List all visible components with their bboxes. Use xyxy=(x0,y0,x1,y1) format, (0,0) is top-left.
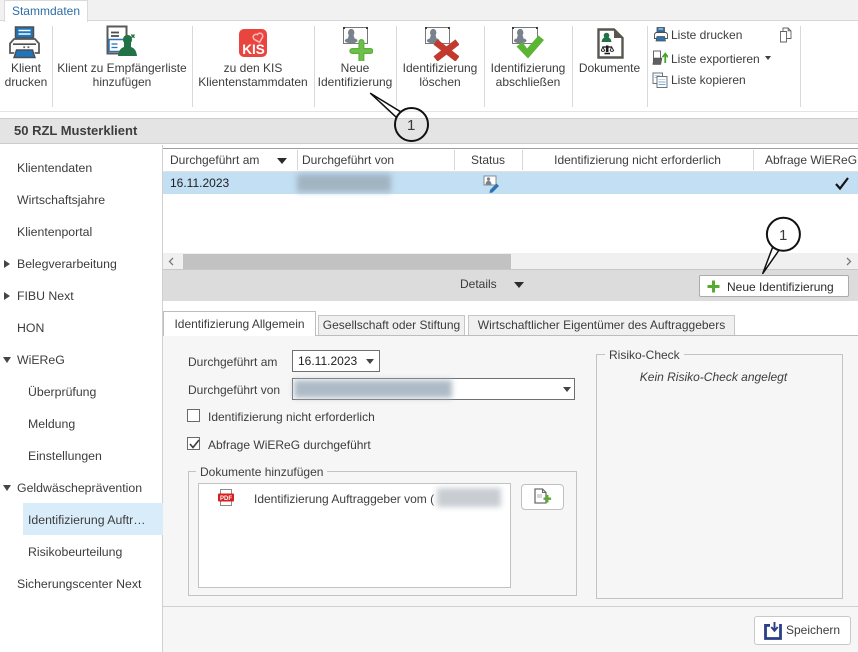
svg-text:1: 1 xyxy=(407,117,415,134)
svg-text:1: 1 xyxy=(779,227,787,244)
